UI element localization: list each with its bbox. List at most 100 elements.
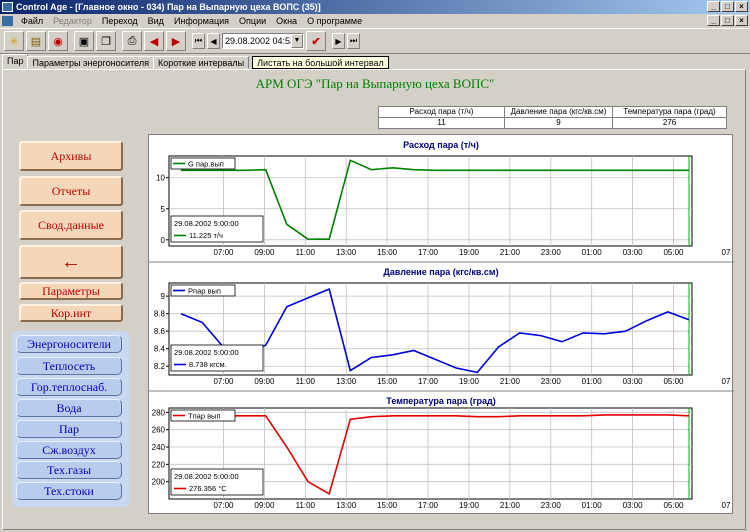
maximize-button[interactable]: □ bbox=[721, 1, 734, 12]
prev-page-icon[interactable]: ◀ bbox=[207, 33, 220, 49]
mdi-close-button[interactable]: × bbox=[735, 15, 748, 26]
y-tick-label: 10 bbox=[156, 174, 165, 183]
x-tick-label: 03:00 bbox=[623, 377, 644, 386]
y-tick-label: 280 bbox=[152, 408, 166, 417]
chart-title: Давление пара (кгс/кв.см) bbox=[383, 267, 498, 277]
y-tick-label: 5 bbox=[161, 205, 166, 214]
mdi-window-icon[interactable] bbox=[2, 16, 13, 26]
datetime-value: 29.08.2002 04:53 bbox=[225, 36, 296, 46]
menu-options[interactable]: Опции bbox=[234, 14, 271, 28]
x-tick-label: 19:00 bbox=[459, 501, 480, 510]
tab-short-intervals[interactable]: Короткие интервалы bbox=[152, 56, 250, 69]
summary-value-pressure: 9 bbox=[504, 117, 613, 129]
x-tick-label: 17:00 bbox=[418, 501, 439, 510]
x-tick-label: 13:00 bbox=[336, 501, 357, 510]
summary-value-temp: 276 bbox=[612, 117, 727, 129]
mdi-maximize-button[interactable]: □ bbox=[721, 15, 734, 26]
cursor-datetime: 29.08.2002 5:00:00 bbox=[174, 472, 239, 481]
menu-bar: Файл Редактор Переход Вид Информация Опц… bbox=[0, 14, 750, 28]
y-tick-label: 8.4 bbox=[154, 345, 166, 354]
reports-button[interactable]: Отчеты bbox=[19, 176, 123, 206]
x-tick-label: 07:00 bbox=[213, 501, 234, 510]
heating-network-button[interactable]: Теплосеть bbox=[16, 357, 122, 375]
x-tick-label: 11:00 bbox=[296, 248, 316, 257]
summary-header-temp: Температура пара (град) bbox=[612, 106, 727, 118]
app-icon bbox=[2, 2, 13, 12]
cursor-datetime: 29.08.2002 5:00:00 bbox=[174, 348, 239, 357]
tech-drains-button[interactable]: Тех.стоки bbox=[16, 482, 122, 500]
compressed-air-button[interactable]: Сж.воздух bbox=[16, 441, 122, 459]
x-tick-label: 01:00 bbox=[582, 248, 603, 257]
x-tick-label: 23:00 bbox=[541, 501, 562, 510]
menu-view[interactable]: Вид bbox=[143, 14, 169, 28]
window-title-bar: Control Age - [Главное окно - 034) Пар н… bbox=[0, 0, 750, 14]
x-tick-label: 11:00 bbox=[296, 501, 316, 510]
x-tick-label: 21:00 bbox=[500, 248, 521, 257]
menu-info[interactable]: Информация bbox=[169, 14, 234, 28]
x-tick-label: 03:00 bbox=[623, 248, 644, 257]
chart-3: Температура пара (град) 07:00 09:00 11:00 13… bbox=[149, 390, 734, 510]
chart-1: Расход пара (т/ч) 07:00 09:00 11:00 13:00 15:… bbox=[156, 140, 731, 257]
close-button[interactable]: × bbox=[735, 1, 748, 12]
y-tick-label: 8.8 bbox=[154, 310, 166, 319]
next-page-icon[interactable]: ▶ bbox=[332, 33, 345, 49]
sun-icon[interactable]: ✳ bbox=[4, 31, 24, 51]
x-tick-label: 17:00 bbox=[418, 377, 439, 386]
clock-icon[interactable]: ◉ bbox=[48, 31, 68, 51]
water-button[interactable]: Вода bbox=[16, 399, 122, 417]
first-page-icon[interactable]: ⏮ bbox=[192, 33, 205, 49]
x-tick-label: 09:00 bbox=[254, 377, 275, 386]
y-tick-label: 8.2 bbox=[154, 362, 166, 371]
kor-int-button[interactable]: Кор.инт bbox=[19, 304, 123, 322]
x-tick-label: 09:00 bbox=[254, 501, 275, 510]
chart-title: Температура пара (град) bbox=[386, 396, 495, 406]
mdi-minimize-button[interactable]: _ bbox=[707, 15, 720, 26]
tab-energy-params[interactable]: Параметры энергоносителя bbox=[27, 56, 154, 69]
x-tick-label: 03:00 bbox=[623, 501, 644, 510]
x-tick-label: 05:00 bbox=[663, 501, 684, 510]
steam-button[interactable]: Пар bbox=[16, 420, 122, 438]
arrow-left-icon[interactable]: ◀ bbox=[144, 31, 164, 51]
menu-windows[interactable]: Окна bbox=[271, 14, 302, 28]
chart-2: Давление пара (кгс/кв.см) 07:00 09:00 11:00… bbox=[149, 261, 734, 386]
summary-header-flow: Расход пара (т/ч) bbox=[378, 106, 505, 118]
charts-svg: Расход пара (т/ч) 07:00 09:00 11:00 13:00 15:… bbox=[149, 140, 734, 510]
cursor-value: 8.738 кгсм. bbox=[189, 360, 227, 369]
tech-gases-button[interactable]: Тех.газы bbox=[16, 461, 122, 479]
cursor-value: 11.225 т/ч bbox=[189, 231, 223, 240]
menu-editor[interactable]: Редактор bbox=[48, 14, 97, 28]
archives-button[interactable]: Архивы bbox=[19, 141, 123, 171]
hot-water-button[interactable]: Гор.теплоснаб. bbox=[16, 378, 122, 396]
x-tick-label: 07 bbox=[722, 377, 731, 386]
toolbar: ✳ ▤ ◉ ▣ ❐ ⎙ ◀ ▶ ⏮ ◀ 29.08.2002 04:53 ▼ ✔… bbox=[0, 28, 750, 54]
menu-about[interactable]: О программе bbox=[302, 14, 367, 28]
checkmark-icon[interactable]: ✔ bbox=[306, 31, 326, 51]
cursor-datetime: 29.08.2002 5:00:00 bbox=[174, 219, 239, 228]
forward-doc-icon[interactable]: ▶ bbox=[166, 31, 186, 51]
back-arrow-button[interactable]: ← bbox=[19, 245, 123, 279]
menu-file[interactable]: Файл bbox=[16, 14, 48, 28]
y-tick-label: 240 bbox=[152, 443, 166, 452]
energy-carriers-button[interactable]: Энергоносители bbox=[16, 335, 122, 353]
x-tick-label: 07 bbox=[722, 248, 731, 257]
minimize-button[interactable]: _ bbox=[707, 1, 720, 12]
x-tick-label: 07 bbox=[722, 501, 731, 510]
chevron-down-icon[interactable]: ▼ bbox=[291, 34, 303, 48]
copy-icon[interactable]: ❐ bbox=[96, 31, 116, 51]
summary-header-pressure: Давление пара (кгс/кв.см) bbox=[504, 106, 613, 118]
printer-icon[interactable]: ⎙ bbox=[122, 31, 142, 51]
menu-goto[interactable]: Переход bbox=[97, 14, 143, 28]
x-tick-label: 07:00 bbox=[213, 377, 234, 386]
legend-label: G пар.вып bbox=[188, 160, 224, 169]
y-tick-label: 200 bbox=[152, 478, 166, 487]
print-preview-icon[interactable]: ▣ bbox=[74, 31, 94, 51]
tab-strip: Пар Параметры энергоносителя Короткие ин… bbox=[2, 54, 389, 69]
document-icon[interactable]: ▤ bbox=[26, 31, 46, 51]
tooltip: Листать на большой интервал bbox=[252, 56, 389, 69]
summary-data-button[interactable]: Свод.данные bbox=[19, 210, 123, 240]
parameters-button[interactable]: Параметры bbox=[19, 282, 123, 300]
last-page-icon[interactable]: ⏭ bbox=[347, 33, 360, 49]
datetime-selector[interactable]: 29.08.2002 04:53 ▼ bbox=[222, 33, 304, 49]
tab-steam[interactable]: Пар bbox=[2, 54, 29, 69]
x-tick-label: 05:00 bbox=[663, 377, 684, 386]
